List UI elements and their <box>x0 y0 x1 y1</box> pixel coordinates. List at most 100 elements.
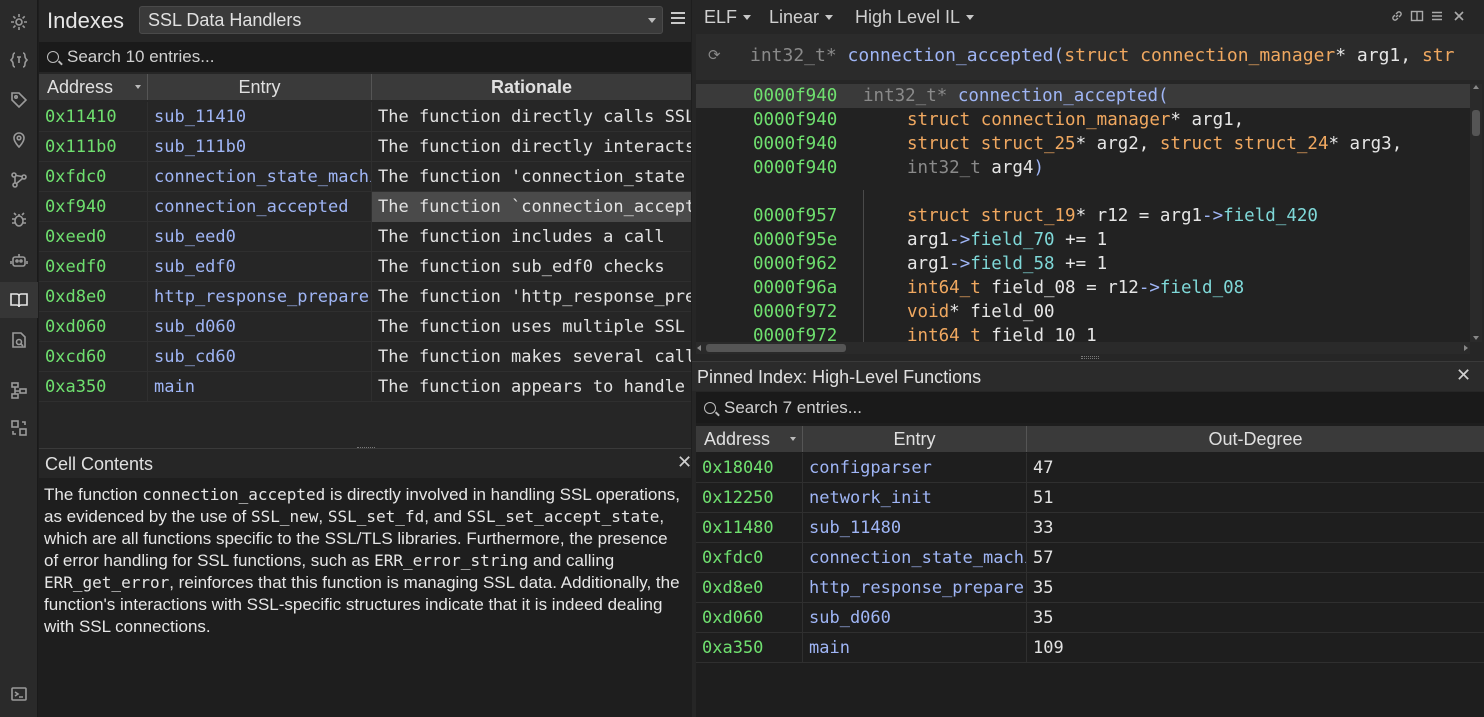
code-token: struct_24 <box>1233 134 1329 154</box>
close-icon[interactable]: ✕ <box>1456 365 1471 386</box>
robot-icon[interactable] <box>0 242 38 278</box>
code-view[interactable]: 0000f940 int32_t* connection_accepted(000… <box>696 84 1470 342</box>
book-icon[interactable] <box>0 282 38 318</box>
terminal-icon[interactable] <box>0 676 38 712</box>
table-row[interactable]: 0x11410 sub_11410 The function directly ca… <box>39 102 691 132</box>
code-line[interactable]: 0000f962 arg1->field_58 += 1 <box>696 252 1470 276</box>
scroll-right-icon[interactable] <box>1464 345 1468 351</box>
cell-entry[interactable]: connection_state_machine <box>803 542 1027 573</box>
cell-rationale[interactable]: The function 'connection_state <box>372 162 691 192</box>
cell-entry[interactable]: sub_cd60 <box>148 341 372 372</box>
refresh-icon[interactable]: ⟳ <box>708 46 721 64</box>
code-line[interactable]: 0000f940 int32_t* connection_accepted( <box>696 84 1470 108</box>
cell-entry[interactable]: http_response_prepare <box>148 281 372 312</box>
column-entry[interactable]: Entry <box>148 74 372 100</box>
location-pin-icon[interactable] <box>0 122 38 158</box>
table-row[interactable]: 0xa350 main 109 <box>696 632 1484 663</box>
cell-contents-header: Cell Contents <box>39 448 691 478</box>
horizontal-scrollbar[interactable] <box>696 342 1470 354</box>
code-line[interactable]: 0000f940 int32_t arg4) <box>696 156 1470 180</box>
split-view-icon[interactable] <box>1410 9 1424 23</box>
vertical-scrollbar[interactable] <box>1470 84 1482 342</box>
compare-icon[interactable] <box>0 410 38 446</box>
table-row[interactable]: 0x12250 network_init 51 <box>696 482 1484 513</box>
cell-entry[interactable]: http_response_prepare <box>803 572 1027 603</box>
cell-entry[interactable]: sub_11480 <box>803 512 1027 543</box>
scrollbar-thumb[interactable] <box>1472 110 1480 136</box>
il-dropdown[interactable]: High Level IL <box>855 7 975 28</box>
table-row[interactable]: 0xedf0 sub_edf0 The function sub_edf0 chec… <box>39 251 691 282</box>
cell-entry[interactable]: sub_111b0 <box>148 131 372 162</box>
format-dropdown[interactable]: ELF <box>704 7 752 28</box>
code-line[interactable]: 0000f972 void* field_00 <box>696 300 1470 324</box>
pinned-search-input[interactable] <box>724 397 1355 418</box>
cell-entry[interactable]: sub_11410 <box>148 102 372 132</box>
cell-entry[interactable]: connection_state_machine <box>148 161 372 192</box>
column-rationale[interactable]: Rationale <box>372 74 691 100</box>
splitter-handle[interactable] <box>1081 356 1099 359</box>
column-address[interactable]: Address <box>696 426 803 452</box>
cell-rationale[interactable]: The function includes a call <box>372 222 691 252</box>
scrollbar-thumb[interactable] <box>706 344 846 352</box>
table-row[interactable]: 0xfdc0connection_state_machineThe functi… <box>39 161 691 192</box>
code-line[interactable]: 0000f940 struct struct_25* arg2, struct s… <box>696 132 1470 156</box>
cell-rationale[interactable]: The function directly calls SSL <box>372 102 691 132</box>
cell-entry[interactable]: main <box>148 371 372 402</box>
scroll-left-icon[interactable] <box>697 345 701 351</box>
cell-entry[interactable]: main <box>803 632 1027 663</box>
cell-entry[interactable]: sub_eed0 <box>148 221 372 252</box>
table-row[interactable]: 0xd060 sub_d060 35 <box>696 602 1484 633</box>
code-token: += 1 <box>1054 254 1108 274</box>
cell-entry[interactable]: sub_edf0 <box>148 251 372 282</box>
code-line[interactable]: 0000f957 struct struct_19* r12 = arg1->fi… <box>696 204 1470 228</box>
index-select[interactable]: SSL Data Handlers <box>139 6 663 34</box>
column-address[interactable]: Address <box>39 74 148 100</box>
table-row[interactable]: 0xcd60 sub_cd60 The function makes several… <box>39 341 691 372</box>
cell-entry[interactable]: sub_d060 <box>148 311 372 342</box>
cell-rationale[interactable]: The function sub_edf0 checks <box>372 252 691 282</box>
table-row[interactable]: 0xf940 connection_accepted The function `c… <box>39 191 691 222</box>
cell-entry[interactable]: configparser <box>803 453 1027 483</box>
table-row[interactable]: 0xd060 sub_d060 The function uses multiple… <box>39 311 691 342</box>
index-search-input[interactable] <box>67 47 589 67</box>
table-row[interactable]: 0xd8e0 http_response_prepare 35 <box>696 572 1484 603</box>
close-icon[interactable]: ✕ <box>677 452 692 473</box>
bug-icon[interactable] <box>0 202 38 238</box>
cell-rationale[interactable]: The function directly interacts <box>372 132 691 162</box>
variables-icon[interactable] <box>0 42 38 78</box>
menu-icon[interactable] <box>671 12 685 26</box>
table-row[interactable]: 0xa350 main The function appears to handle <box>39 371 691 402</box>
cell-rationale[interactable]: The function appears to handle <box>372 372 691 402</box>
table-row[interactable]: 0xd8e0 http_response_prepare The function … <box>39 281 691 312</box>
table-row[interactable]: 0x18040 configparser 47 <box>696 453 1484 483</box>
tag-icon[interactable] <box>0 82 38 118</box>
scroll-up-icon[interactable] <box>1473 85 1479 89</box>
code-line[interactable]: 0000f96a int64_t field_08 = r12->field_08 <box>696 276 1470 300</box>
graph-icon[interactable] <box>0 162 38 198</box>
code-line[interactable]: 0000f95e arg1->field_70 += 1 <box>696 228 1470 252</box>
settings-icon[interactable] <box>0 4 38 40</box>
hierarchy-icon[interactable] <box>0 372 38 408</box>
cell-rationale[interactable]: The function 'http_response_prepare <box>372 282 691 312</box>
menu-icon[interactable] <box>1430 9 1444 23</box>
table-row[interactable]: 0x11480 sub_11480 33 <box>696 512 1484 543</box>
close-icon[interactable] <box>1452 9 1466 23</box>
view-dropdown[interactable]: Linear <box>769 7 834 28</box>
code-line[interactable]: 0000f972 int64_t field_10_1 <box>696 324 1470 342</box>
cell-entry[interactable]: sub_d060 <box>803 602 1027 633</box>
column-entry[interactable]: Entry <box>803 426 1027 452</box>
code-line[interactable]: 0000f940 struct connection_manager* arg1, <box>696 108 1470 132</box>
code-token: * r12 = arg1 <box>1075 206 1203 226</box>
cell-entry[interactable]: network_init <box>803 482 1027 513</box>
cell-rationale[interactable]: The function `connection_accepted <box>372 191 691 222</box>
cell-entry[interactable]: connection_accepted <box>148 191 372 222</box>
cell-rationale[interactable]: The function uses multiple SSL <box>372 312 691 342</box>
search-doc-icon[interactable] <box>0 322 38 358</box>
table-row[interactable]: 0xfdc0connection_state_machine 57 <box>696 542 1484 573</box>
table-row[interactable]: 0x111b0 sub_111b0 The function directly in… <box>39 131 691 162</box>
cell-rationale[interactable]: The function makes several calls <box>372 342 691 372</box>
column-out-degree[interactable]: Out-Degree <box>1027 426 1484 452</box>
scroll-down-icon[interactable] <box>1473 336 1479 340</box>
link-icon[interactable] <box>1390 9 1404 23</box>
table-row[interactable]: 0xeed0 sub_eed0 The function includes a ca… <box>39 221 691 252</box>
